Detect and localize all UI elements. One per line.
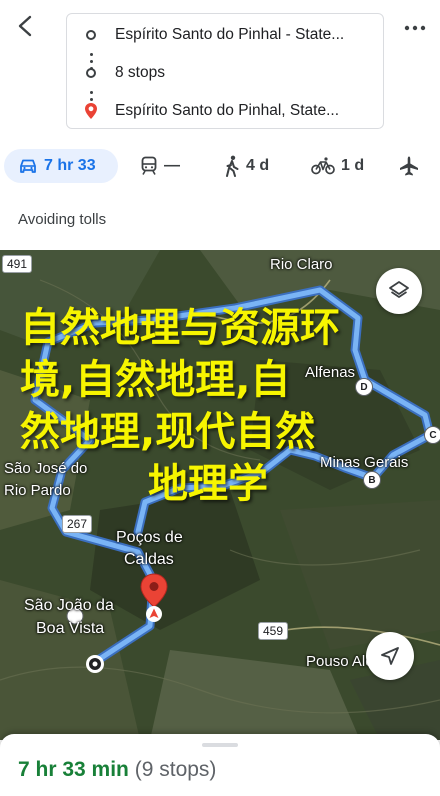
- mode-transit-label: —: [164, 157, 180, 174]
- airplane-icon: [400, 156, 418, 176]
- navigate-button[interactable]: [366, 632, 414, 680]
- overlay-line: 境,自然地理,自: [20, 357, 291, 403]
- stop-circle-icon: [86, 68, 96, 78]
- destination-pin-icon: [85, 103, 97, 119]
- route-card: Espírito Santo do Pinhal - State... 8 st…: [66, 13, 384, 129]
- route-duration: 7 hr 33 min: [18, 758, 129, 781]
- origin-text: Espírito Santo do Pinhal - State...: [115, 26, 345, 43]
- back-arrow-icon: [18, 15, 32, 37]
- more-options-button[interactable]: [402, 18, 428, 38]
- mode-drive[interactable]: 7 hr 33: [4, 149, 118, 183]
- walk-icon: [226, 155, 239, 177]
- mode-drive-label: 7 hr 33: [44, 157, 96, 174]
- stops-field[interactable]: 8 stops: [67, 54, 385, 92]
- sheet-drag-handle[interactable]: [202, 743, 238, 747]
- mode-bike[interactable]: 1 d: [311, 149, 364, 183]
- destination-field[interactable]: Espírito Santo do Pinhal, State...: [67, 92, 385, 130]
- place-label: Poços de: [116, 529, 183, 546]
- map-view[interactable]: D B C Rio Claro Alfenas São José do Rio …: [0, 250, 440, 740]
- route-summary-sheet[interactable]: 7 hr 33 min (9 stops): [0, 734, 440, 796]
- origin-circle-icon: [86, 30, 96, 40]
- overlay-watermark-text: 自然地理与资源环 境,自然地理,自 然地理,现代自然 地理学: [20, 302, 440, 510]
- destination-map-pin-icon[interactable]: [139, 573, 169, 623]
- mode-bike-label: 1 d: [341, 157, 365, 174]
- route-option-label: Avoiding tolls: [18, 211, 107, 228]
- overlay-line: 然地理,现代自然: [20, 409, 316, 455]
- road-number-badge: 491: [2, 255, 33, 273]
- road-number-badge: 267: [62, 515, 93, 533]
- layers-button[interactable]: [376, 268, 422, 314]
- place-label: Rio Claro: [270, 256, 333, 273]
- destination-text: Espírito Santo do Pinhal, State...: [115, 102, 340, 119]
- travel-mode-bar: 7 hr 33 — 4 d 1 d: [0, 140, 440, 192]
- route-summary: 7 hr 33 min (9 stops): [18, 758, 216, 782]
- overlay-line: 地理学: [148, 461, 268, 507]
- overlay-line: 自然地理与资源环: [20, 305, 340, 351]
- mode-walk[interactable]: 4 d: [224, 149, 269, 183]
- stops-text: 8 stops: [115, 64, 165, 81]
- layers-icon: [389, 281, 409, 298]
- origin-field[interactable]: Espírito Santo do Pinhal - State...: [67, 16, 385, 54]
- mode-transit[interactable]: —: [140, 149, 180, 183]
- train-icon: [141, 156, 157, 175]
- place-label: Caldas: [124, 551, 174, 568]
- place-label: São João da: [24, 597, 114, 614]
- mode-walk-label: 4 d: [246, 157, 270, 174]
- mode-flight[interactable]: [398, 149, 420, 183]
- navigation-arrow-icon: [381, 647, 399, 665]
- directions-header: Espírito Santo do Pinhal - State... 8 st…: [0, 0, 440, 140]
- car-icon: [20, 159, 36, 173]
- bike-icon: [311, 157, 335, 175]
- road-number-badge: 459: [258, 622, 289, 640]
- more-horizontal-icon: [404, 25, 426, 31]
- place-label: Boa Vista: [36, 620, 105, 637]
- back-button[interactable]: [12, 12, 40, 40]
- route-stops-count: (9 stops): [134, 758, 217, 781]
